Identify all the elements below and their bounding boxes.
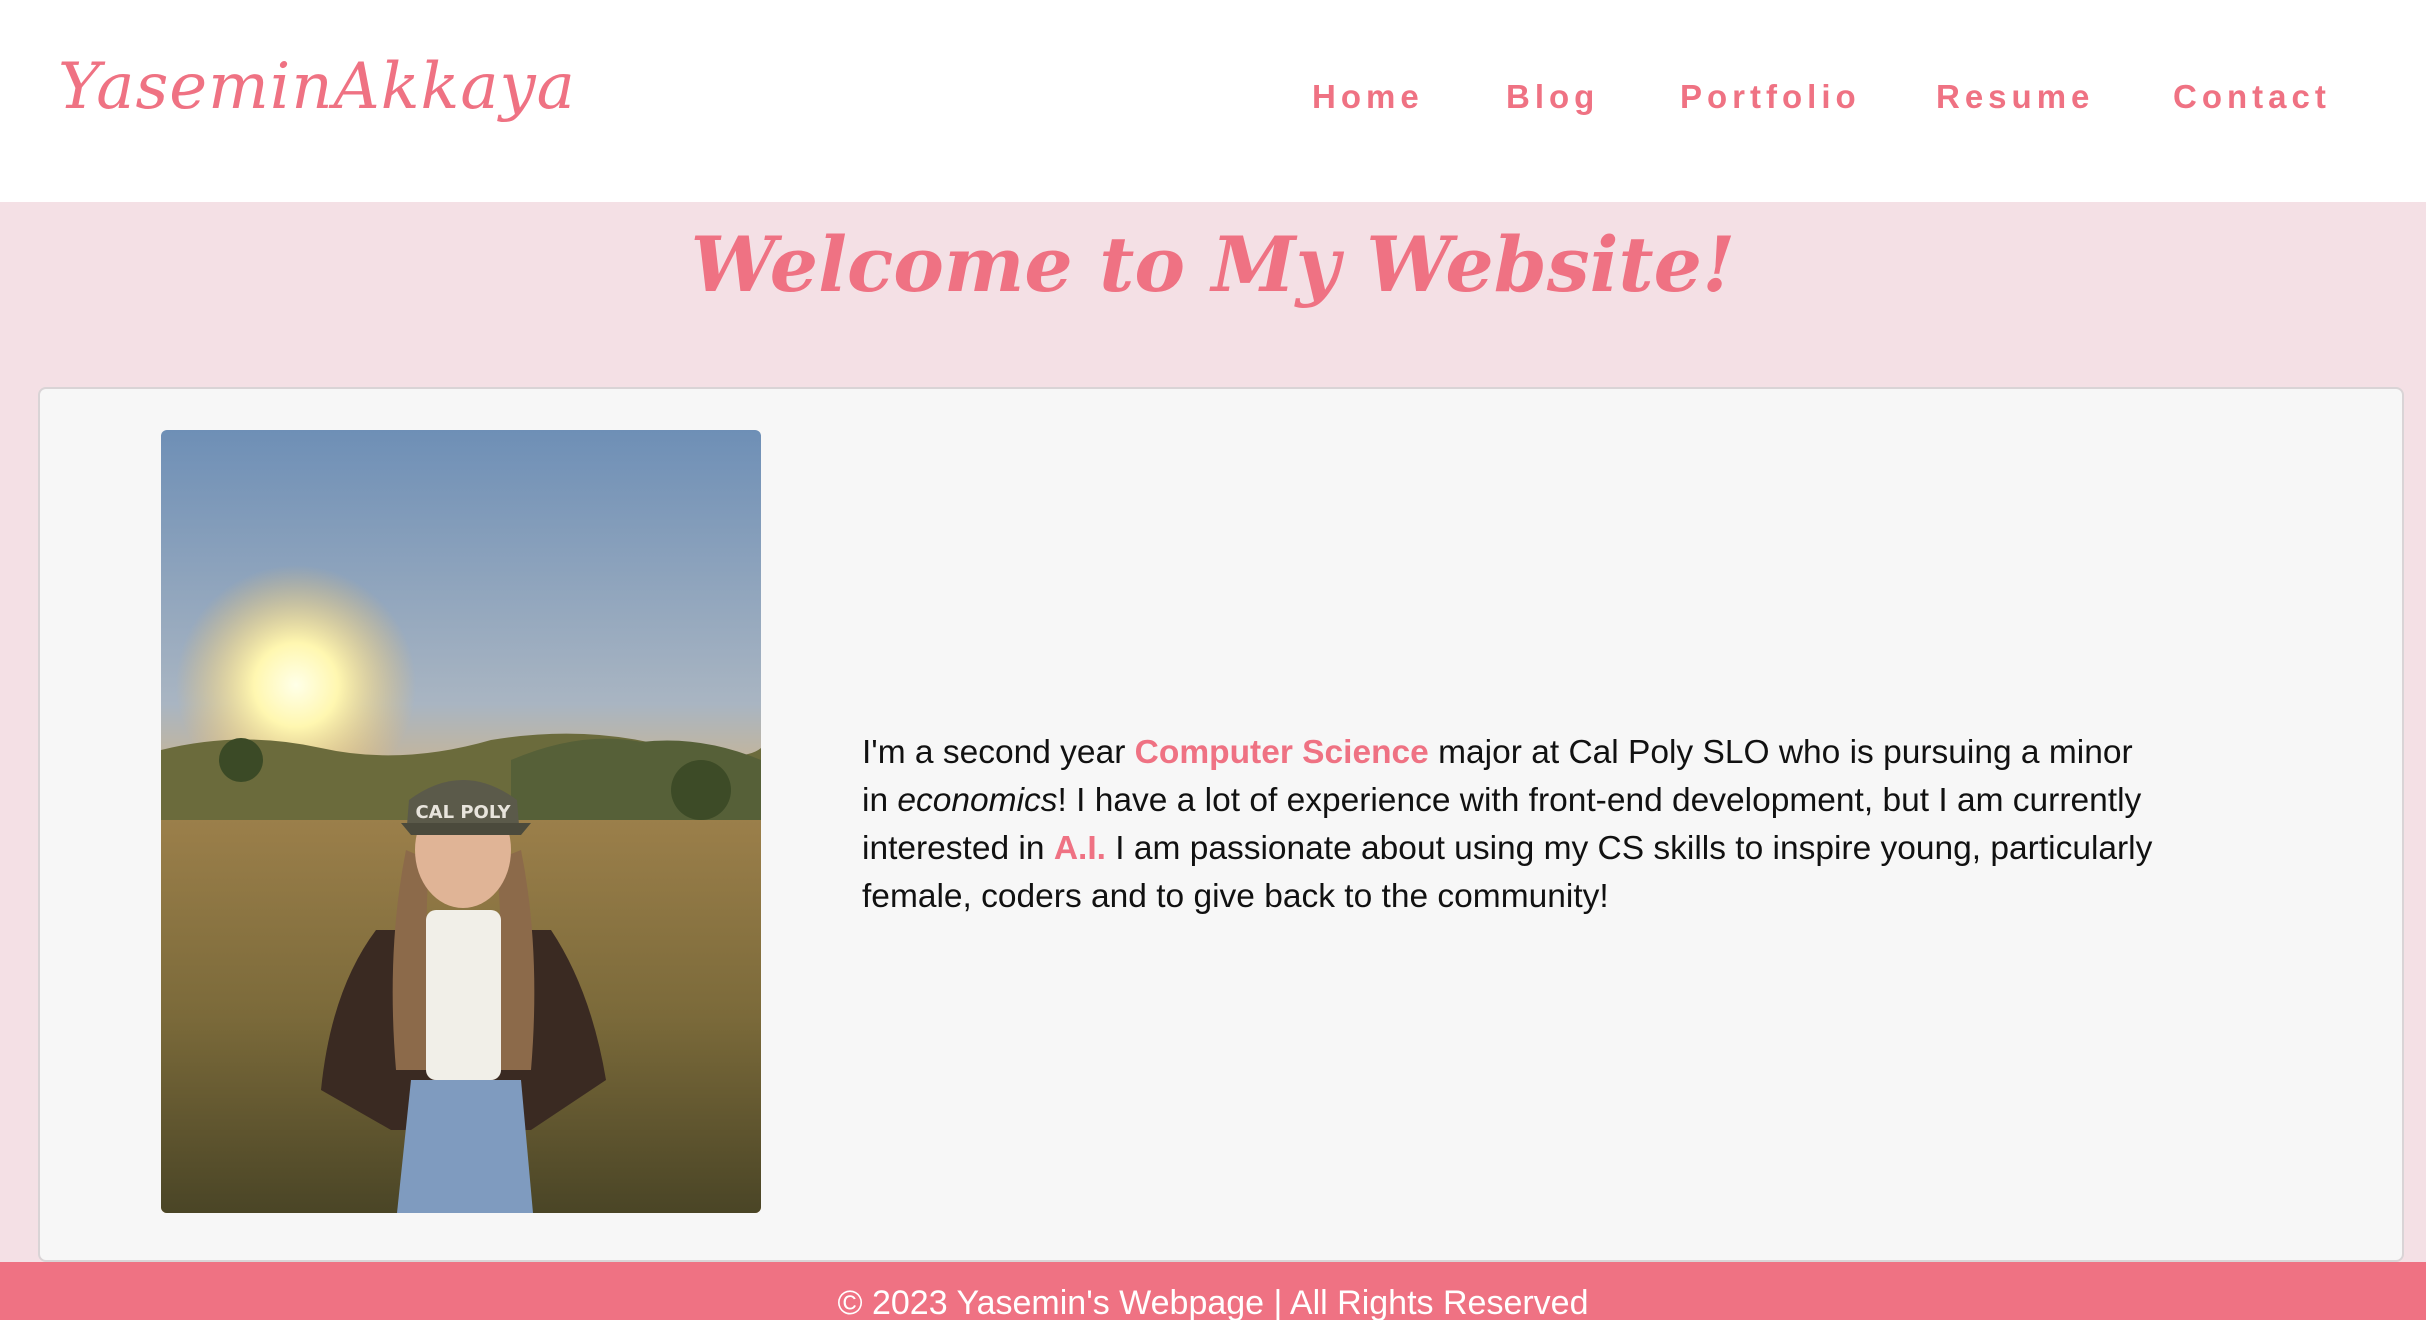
- nav-home[interactable]: Home: [1312, 78, 1424, 116]
- profile-photo-image: CAL POLY: [161, 430, 761, 1213]
- copyright-text: © 2023 Yasemin's Webpage | All Rights Re…: [837, 1284, 1589, 1320]
- nav-blog[interactable]: Blog: [1506, 78, 1599, 116]
- nav-resume[interactable]: Resume: [1936, 78, 2094, 116]
- site-footer: © 2023 Yasemin's Webpage | All Rights Re…: [0, 1262, 2426, 1320]
- site-header: YaseminAkkaya Home Blog Portfolio Resume…: [0, 0, 2426, 202]
- about-card: CAL POLY I'm a second year Computer Scie…: [38, 387, 2404, 1262]
- bio-italic-minor: economics: [897, 782, 1058, 819]
- svg-text:CAL POLY: CAL POLY: [415, 802, 511, 823]
- nav-contact[interactable]: Contact: [2173, 78, 2331, 116]
- profile-photo: CAL POLY: [161, 430, 761, 1213]
- nav-portfolio[interactable]: Portfolio: [1680, 78, 1861, 116]
- bio-text: I'm a second year Computer Science major…: [862, 729, 2162, 921]
- bio-segment: I'm a second year: [862, 734, 1135, 771]
- main-nav: Home Blog Portfolio Resume Contact: [0, 78, 2426, 118]
- bio-highlight-interest: A.I.: [1053, 830, 1106, 867]
- welcome-heading: Welcome to My Website!: [690, 220, 1736, 309]
- bio-highlight-major: Computer Science: [1134, 734, 1429, 771]
